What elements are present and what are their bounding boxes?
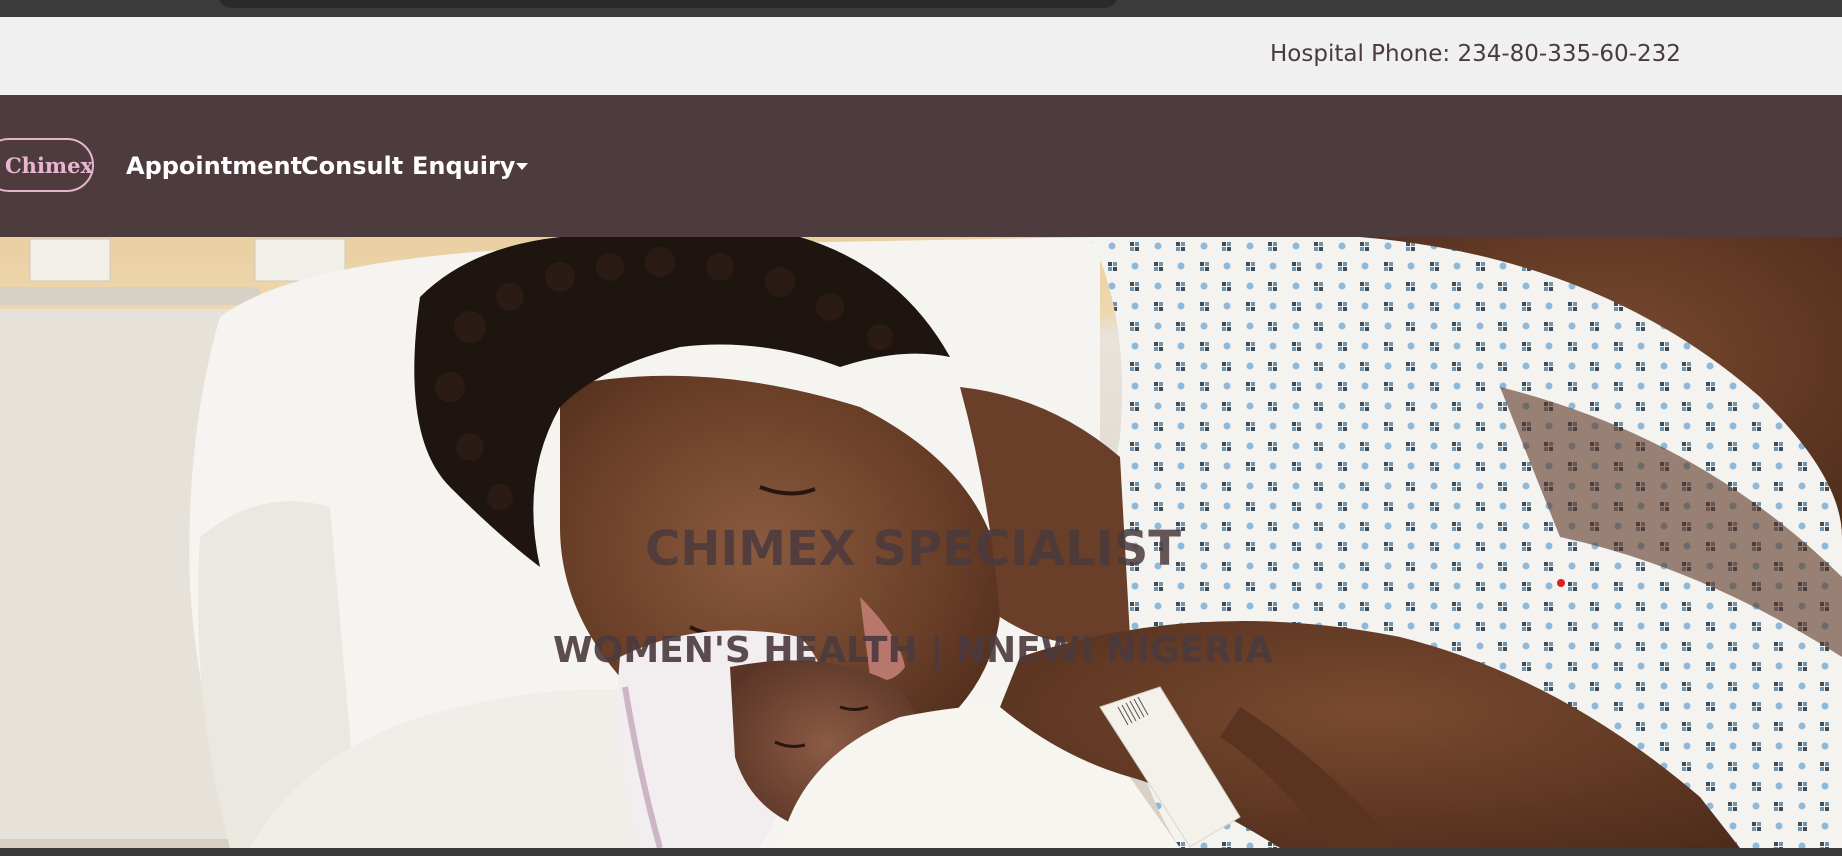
hospital-phone: Hospital Phone: 234-80-335-60-232 — [1270, 41, 1681, 67]
browser-chrome — [0, 0, 1842, 17]
nav-appointment-link[interactable]: Appointment — [126, 152, 302, 180]
hero-banner: CHIMEX SPECIALIST WOMEN'S HEALTH | NNEWI… — [0, 237, 1842, 848]
caret-down-icon[interactable] — [516, 163, 528, 170]
top-info-bar: Hospital Phone: 234-80-335-60-232 — [0, 17, 1842, 95]
page: Hospital Phone: 234-80-335-60-232 Chimex… — [0, 0, 1842, 856]
bottom-edge — [0, 848, 1842, 856]
nav-enquiry-dropdown[interactable]: Enquiry — [412, 152, 515, 180]
brand-logo-link[interactable]: Chimex — [0, 138, 94, 192]
nav-consult-link[interactable]: Consult — [301, 152, 403, 180]
hero-title: CHIMEX SPECIALIST — [644, 521, 1182, 577]
main-navbar: Chimex Appointment Consult Enquiry — [0, 95, 1842, 237]
hero-subtitle: WOMEN'S HEALTH | NNEWI NIGERIA — [553, 630, 1273, 671]
address-bar-edge — [218, 0, 1118, 8]
